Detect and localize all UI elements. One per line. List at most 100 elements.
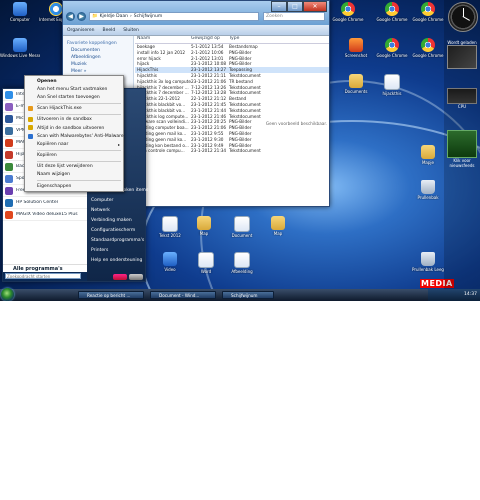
taskbar-button[interactable]: Schijfwijnum	[222, 291, 274, 299]
nav-item-more[interactable]: Meer »	[63, 68, 133, 75]
desktop-icon-chrome[interactable]: Google Chrome	[408, 38, 448, 58]
folder-icon: 📁	[92, 14, 98, 19]
lock-button[interactable]	[129, 274, 143, 280]
file-list: Naam Gewijzigd op Type boekage 5-1-2012 1…	[135, 36, 329, 206]
slideshow-gadget[interactable]: Wordt geladen	[447, 40, 477, 69]
desktop-icon-computer[interactable]: Computer	[0, 2, 40, 22]
column-header-date[interactable]: Gewijzigd op	[191, 36, 229, 43]
start-menu-link[interactable]: Netwerk	[87, 205, 145, 215]
explorer-toolbar: Organiseren Beeld Sluiten	[63, 25, 329, 36]
start-button[interactable]	[1, 288, 14, 301]
desktop-icon-documents[interactable]: Documents	[336, 74, 376, 94]
menu-item-icon	[28, 106, 33, 112]
menu-separator	[37, 113, 121, 115]
explorer-titlebar[interactable]: – □ ✕ ◀ ▶ 📁 Kjeldje Daan › Schijfwijnum …	[63, 1, 329, 25]
desktop-icon-messenger[interactable]: Windows Live Messenger	[0, 38, 40, 58]
cpu-meter-icon	[447, 88, 477, 104]
nav-item-documents[interactable]: Documenten	[63, 47, 133, 54]
desktop-icon-chrome[interactable]: Google Chrome	[408, 2, 448, 22]
program-icon	[5, 90, 13, 99]
breadcrumb-item[interactable]: Kjeldje Daan	[100, 14, 128, 19]
breadcrumb-item[interactable]: Schijfwijnum	[134, 14, 162, 19]
address-bar[interactable]: 📁 Kjeldje Daan › Schijfwijnum	[89, 12, 259, 21]
context-menu-item[interactable]: Naam wijzigen	[25, 171, 123, 179]
desktop-icon-folder[interactable]: Map	[184, 216, 224, 236]
context-menu-item[interactable]: Eigenschappen	[25, 182, 123, 190]
program-icon	[5, 198, 13, 207]
taskbar-button[interactable]: Document - Wind...	[150, 291, 216, 299]
nav-item-pictures[interactable]: Afbeeldingen	[63, 54, 133, 61]
start-menu-link[interactable]: Standaardprogramma's	[87, 235, 145, 245]
file-row[interactable]: scan controle compu... 23-1-2012 21:34 Tek…	[135, 148, 329, 154]
column-header-name[interactable]: Naam	[135, 36, 191, 43]
computer-icon	[13, 2, 27, 16]
document-icon	[162, 216, 178, 232]
maximize-button[interactable]: □	[287, 1, 303, 12]
chevron-right-icon: ›	[129, 14, 132, 19]
document-icon	[234, 216, 250, 232]
program-icon	[5, 174, 13, 183]
menu-item-label: Kopiëren	[37, 153, 57, 159]
desktop-icon-file[interactable]: Afbeelding	[222, 252, 262, 274]
start-menu-program[interactable]: HP Solution Center	[3, 197, 87, 209]
start-menu-link[interactable]: Configuratiescherm	[87, 225, 145, 235]
all-programs-button[interactable]: Alle programma's	[3, 264, 87, 272]
context-menu-item[interactable]: Uitvoeren in de sandbox	[25, 116, 123, 124]
context-menu-item[interactable]: Uit deze lijst verwijderen	[25, 163, 123, 171]
context-menu-item[interactable]: Aan Snel starten toevoegen	[25, 93, 123, 101]
menu-separator	[37, 180, 121, 182]
context-menu-item[interactable]: Altijd in de sandbox uitvoeren	[25, 124, 123, 132]
desktop-icon-folder[interactable]: Map	[258, 216, 298, 236]
video-icon	[163, 252, 177, 266]
context-menu-item[interactable]: Openen	[25, 77, 123, 85]
desktop-icon-file[interactable]: Video	[150, 252, 190, 272]
nav-item-music[interactable]: Muziek	[63, 61, 133, 68]
start-menu-link[interactable]: Help en ondersteuning	[87, 255, 145, 265]
feed-gadget[interactable]: Klik voor nieuwsfeeds	[447, 130, 477, 168]
context-menu-item[interactable]: Aan het menu Start vastmaken	[25, 85, 123, 93]
desktop-icon-screenshot[interactable]: Screenshot	[336, 38, 376, 58]
column-header-type[interactable]: Type	[229, 36, 263, 43]
cpu-gadget[interactable]: CPU	[447, 88, 477, 109]
program-icon	[5, 210, 13, 219]
search-input[interactable]: Zoeken	[263, 12, 325, 21]
file-list-header: Naam Gewijzigd op Type	[135, 36, 329, 44]
context-menu-item[interactable]: Kopiëren naar	[25, 140, 123, 148]
file-rows: boekage 5-1-2012 13:54 Bestandsmap install …	[135, 44, 329, 154]
start-search-input[interactable]	[5, 273, 81, 279]
start-menu-link[interactable]: Verbinding maken	[87, 215, 145, 225]
chrome-icon	[421, 38, 435, 52]
desktop-icon-hijackthis[interactable]: hijackthis	[372, 74, 412, 96]
desktop-icon-recycle-bin[interactable]: Prullenbak	[408, 180, 448, 200]
start-menu-program[interactable]: MAGIX Video deluxe15 Plus	[3, 209, 87, 221]
menu-item-label: Openen	[37, 78, 57, 84]
desktop-icon-chrome[interactable]: Google Chrome	[372, 38, 412, 58]
chrome-icon	[421, 2, 435, 16]
desktop-icon-file[interactable]: Document	[222, 216, 262, 238]
desktop-icon-chrome[interactable]: Google Chrome	[328, 2, 368, 22]
start-menu-link[interactable]: Computer	[87, 195, 145, 205]
system-tray-clock[interactable]: 14:37	[428, 289, 480, 301]
taskbar-button[interactable]: Reactie op bericht ...	[78, 291, 144, 299]
minimize-button[interactable]: –	[271, 1, 287, 12]
toolbar-burn[interactable]: Sluiten	[123, 28, 139, 33]
context-menu-item[interactable]: Scan HijackThis.exe	[25, 105, 123, 113]
desktop-icon-recycle-bin[interactable]: Prullenbak Leeg	[408, 252, 448, 272]
desktop-icon-mapje[interactable]: Mapje	[408, 145, 448, 165]
desktop-icon-chrome[interactable]: Google Chrome	[372, 2, 412, 22]
forward-button[interactable]: ▶	[77, 12, 86, 21]
chrome-icon	[341, 2, 355, 16]
desktop-icon-file[interactable]: Word	[186, 252, 226, 274]
context-menu-item[interactable]: Kopiëren	[25, 152, 123, 160]
program-label: MAGIX Video deluxe15 Plus	[16, 212, 78, 217]
close-button[interactable]: ✕	[303, 1, 327, 12]
toolbar-organize[interactable]: Organiseren	[67, 28, 95, 33]
clock-gadget[interactable]	[448, 2, 478, 32]
toolbar-view[interactable]: Beeld	[103, 28, 116, 33]
start-menu-link[interactable]: Printers	[87, 245, 145, 255]
desktop: Computer Internet Explorer Google Chrome…	[0, 0, 480, 301]
power-button[interactable]	[113, 274, 127, 280]
feed-gadget-label: Klik voor nieuwsfeeds	[449, 158, 475, 168]
context-menu-item[interactable]: Scan with Malwarebytes' Anti-Malware	[25, 132, 124, 140]
back-button[interactable]: ◀	[66, 12, 75, 21]
